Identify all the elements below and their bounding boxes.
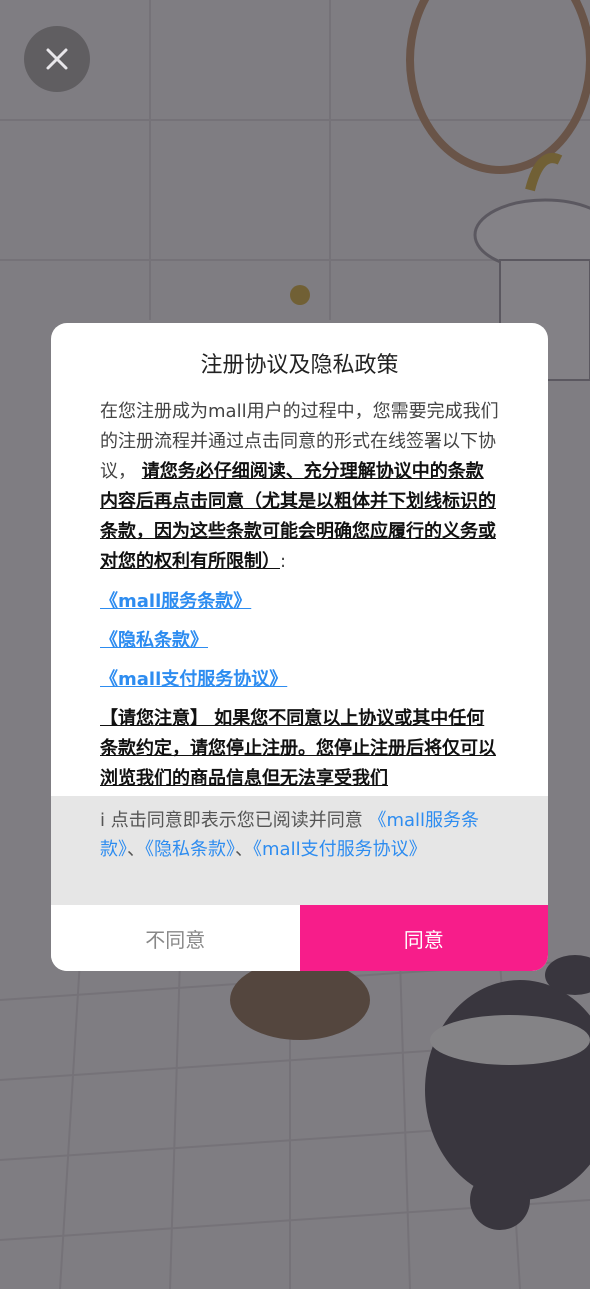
agreement-dialog: 注册协议及隐私政策 在您注册成为mall用户的过程中，您需要完成我们的注册流程并… (51, 323, 548, 971)
close-icon (46, 48, 68, 70)
link-payment-agreement[interactable]: 《mall支付服务协议》 (100, 665, 500, 695)
agreement-scroll-area[interactable]: 在您注册成为mall用户的过程中，您需要完成我们的注册流程并通过点击同意的形式在… (100, 397, 500, 797)
agree-link-privacy[interactable]: 《隐私条款》 (145, 839, 235, 860)
notice-text: 【请您注意】 如果您不同意以上协议或其中任何条款约定，请您停止注册。您停止注册后… (100, 708, 496, 789)
dialog-title: 注册协议及隐私政策 (200, 353, 399, 378)
close-button[interactable] (24, 26, 90, 92)
disagree-button[interactable]: 不同意 (51, 905, 300, 971)
link-privacy-terms[interactable]: 《隐私条款》 (100, 626, 500, 656)
agree-sep-1: 、 (127, 839, 145, 860)
agree-link-payment[interactable]: 《mall支付服务协议》 (253, 839, 427, 860)
agree-sep-2: 、 (235, 839, 253, 860)
agree-button[interactable]: 同意 (299, 905, 548, 971)
intro-paragraph: 在您注册成为mall用户的过程中，您需要完成我们的注册流程并通过点击同意的形式在… (100, 397, 500, 577)
intro-bold-text: 请您务必仔细阅读、充分理解协议中的条款内容后再点击同意（尤其是以粗体并下划线标识… (100, 461, 496, 572)
dialog-button-row: 不同意 同意 (51, 905, 548, 971)
agree-statement-prefix: i 点击同意即表示您已阅读并同意 (100, 810, 369, 831)
agree-statement: i 点击同意即表示您已阅读并同意 《mall服务条款》、《隐私条款》、《mall… (51, 796, 548, 905)
intro-tail: : (280, 551, 287, 572)
link-service-terms[interactable]: 《mall服务条款》 (100, 587, 500, 617)
